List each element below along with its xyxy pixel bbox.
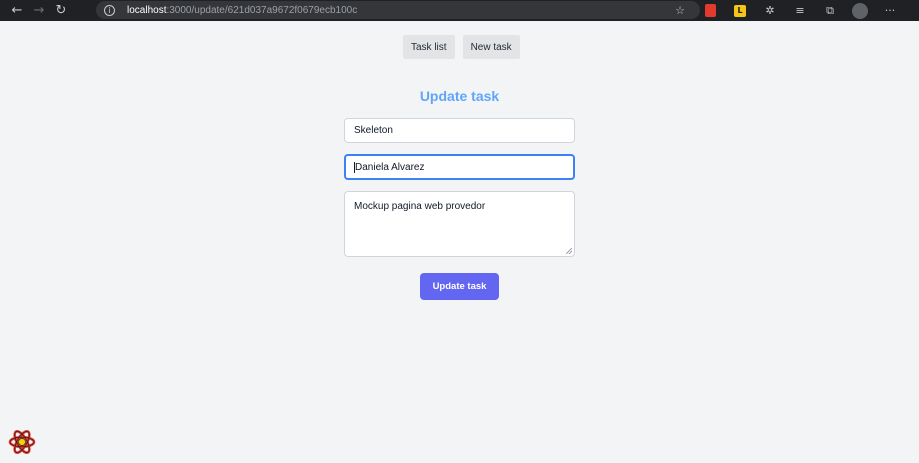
title-input-value: Skeleton bbox=[354, 125, 393, 136]
back-arrow-icon[interactable]: ← bbox=[6, 0, 28, 21]
page-title: Update task bbox=[419, 88, 500, 104]
task-list-link[interactable]: Task list bbox=[403, 35, 455, 59]
reload-icon[interactable]: ↻ bbox=[50, 0, 72, 21]
extension-l-icon[interactable]: L bbox=[732, 3, 748, 19]
title-input[interactable]: Skeleton bbox=[344, 118, 575, 143]
update-task-button[interactable]: Update task bbox=[420, 273, 499, 300]
address-bar[interactable]: i localhost:3000/update/621d037a9672f067… bbox=[96, 1, 700, 19]
extension-puzzle-icon[interactable]: ✲ bbox=[762, 3, 778, 19]
assignee-input[interactable]: Daniela Alvarez bbox=[344, 154, 575, 180]
browser-toolbar: ← → ↻ i localhost:3000/update/621d037a96… bbox=[0, 0, 919, 21]
profile-avatar-icon[interactable] bbox=[852, 2, 868, 19]
favorites-icon[interactable]: ≡ bbox=[792, 3, 808, 19]
resize-handle-icon[interactable] bbox=[566, 248, 572, 254]
url-host: localhost bbox=[127, 4, 167, 16]
app-nav: Task list New task bbox=[403, 35, 520, 59]
extensions-area: ☆ L ✲ ≡ ⧉ ··· bbox=[672, 0, 912, 21]
description-textarea[interactable]: Mockup pagina web provedor bbox=[344, 191, 575, 257]
site-info-icon[interactable]: i bbox=[104, 4, 115, 16]
assignee-input-value: Daniela Alvarez bbox=[355, 161, 425, 173]
favorites-add-icon[interactable]: ☆ bbox=[672, 3, 688, 19]
description-textarea-value: Mockup pagina web provedor bbox=[354, 201, 486, 212]
extension-red-icon[interactable] bbox=[702, 3, 718, 19]
collections-icon[interactable]: ⧉ bbox=[822, 3, 838, 19]
react-devtools-icon[interactable] bbox=[8, 428, 36, 456]
url-path: :3000/update/621d037a9672f0679ecb100c bbox=[166, 4, 358, 16]
forward-arrow-icon[interactable]: → bbox=[28, 0, 50, 21]
more-icon[interactable]: ··· bbox=[882, 3, 898, 19]
new-task-link[interactable]: New task bbox=[462, 35, 520, 59]
